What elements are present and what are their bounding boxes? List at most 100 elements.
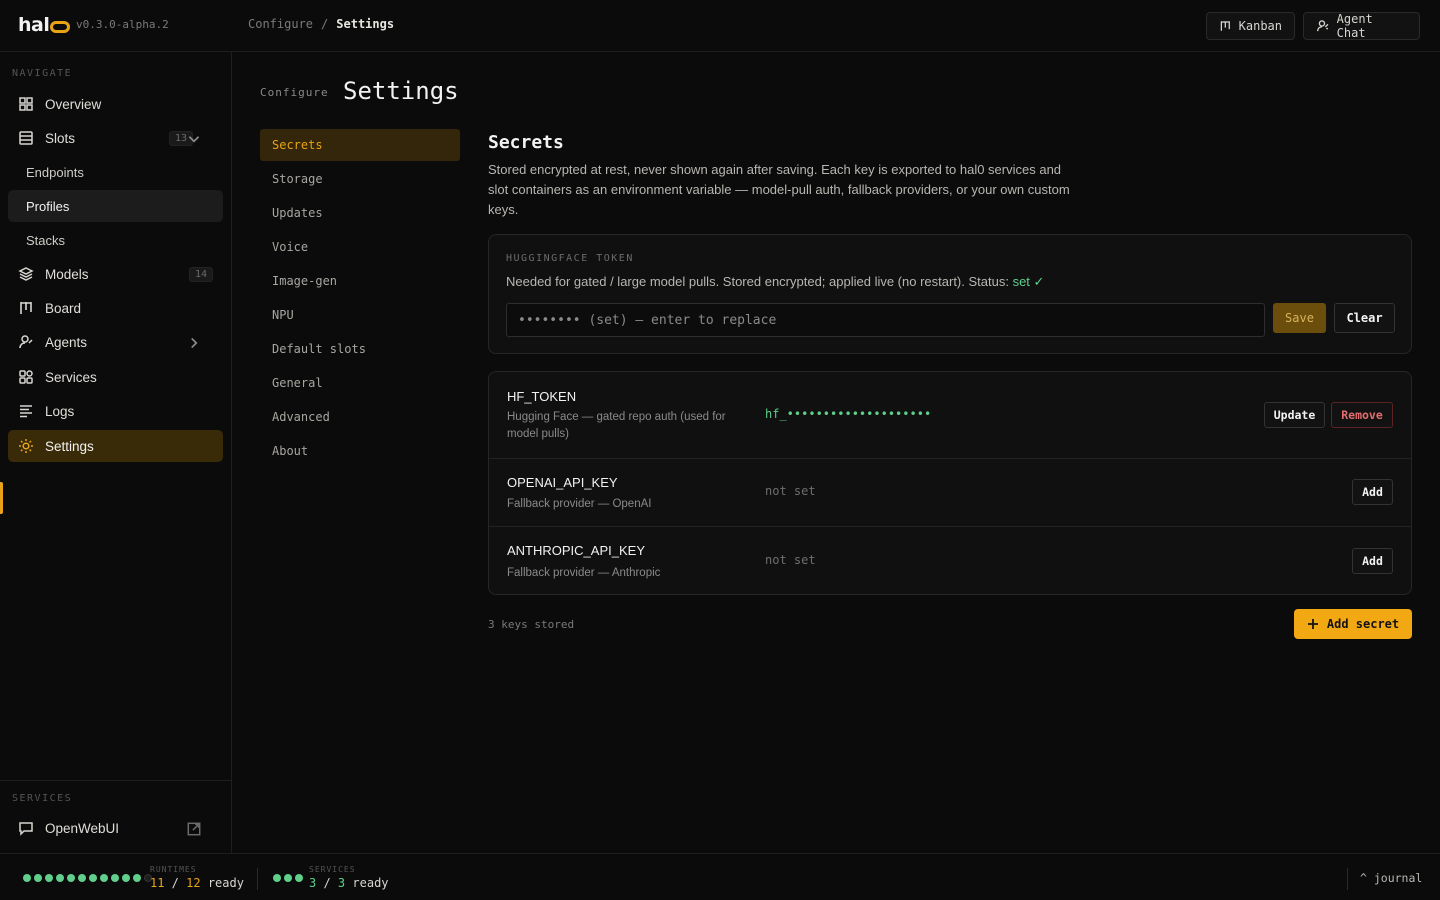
service-dot (273, 874, 281, 882)
sidebar-item-label: Logs (45, 403, 75, 419)
overview-icon (19, 97, 33, 111)
sidebar-item-label: Services (45, 369, 97, 385)
breadcrumb-separator: / (321, 17, 329, 31)
board-icon (20, 302, 32, 314)
sidebar-item-logs[interactable]: Logs (8, 395, 223, 427)
runtimes-suffix: ready (207, 876, 244, 890)
settings-tab-npu[interactable]: NPU (260, 299, 460, 331)
settings-tab-image-gen[interactable]: Image-gen (260, 265, 460, 297)
secret-key-name: ANTHROPIC_API_KEY (507, 543, 645, 558)
sidebar-item-label: Profiles (26, 198, 70, 214)
service-dot (295, 874, 303, 882)
secret-key-name: OPENAI_API_KEY (507, 475, 618, 490)
keys-count: 3 keys stored (488, 618, 575, 631)
runtimes-label: RUNTIMES (150, 865, 197, 874)
huggingface-token-card: HUGGINGFACE TOKEN Needed for gated / lar… (488, 234, 1412, 354)
runtimes-ready-count: 11 (150, 876, 165, 890)
add-key-button[interactable]: Add (1352, 548, 1393, 574)
kanban-label: Kanban (1238, 19, 1282, 33)
active-indicator (0, 482, 3, 514)
services-suffix: ready (352, 876, 389, 890)
settings-tab-about[interactable]: About (260, 435, 460, 467)
secret-key-value: hf_•••••••••••••••••••• (765, 407, 932, 421)
sidebar-item-openwebui[interactable]: OpenWebUI (8, 812, 223, 844)
agent-chat-button[interactable]: Agent Chat (1303, 12, 1420, 40)
app-logo[interactable]: hal (18, 13, 71, 37)
hf-card-description: Needed for gated / large model pulls. St… (506, 274, 1044, 290)
services-status: 3 / 3 ready (309, 876, 389, 890)
add-key-button[interactable]: Add (1352, 479, 1393, 505)
add-secret-button[interactable]: Add secret (1294, 609, 1412, 639)
settings-tab-advanced[interactable]: Advanced (260, 401, 460, 433)
logo-text: hal (18, 14, 50, 36)
page-eyebrow: Configure (260, 86, 329, 99)
breadcrumb-current: Settings (336, 17, 395, 31)
external-link-icon[interactable] (186, 821, 202, 837)
settings-tab-secrets[interactable]: Secrets (260, 129, 460, 161)
sidebar: NAVIGATE Overview Slots 13 Endpoints Pro… (0, 52, 232, 853)
sidebar-item-label: OpenWebUI (45, 820, 120, 836)
runtime-dot (56, 874, 64, 882)
settings-tab-voice[interactable]: Voice (260, 231, 460, 263)
sidebar-item-label: Settings (45, 438, 94, 454)
sidebar-services-section (0, 780, 231, 781)
secret-key-value: not set (765, 553, 816, 567)
chevron-down-icon[interactable] (186, 131, 202, 147)
kanban-icon (1220, 21, 1230, 31)
logs-icon (20, 405, 32, 418)
sidebar-item-settings[interactable]: Settings (8, 430, 223, 462)
footer-divider (257, 868, 258, 890)
page-title: Settings (343, 77, 459, 105)
plus-icon (1307, 619, 1318, 629)
remove-button[interactable]: Remove (1331, 402, 1393, 428)
settings-tab-default-slots[interactable]: Default slots (260, 333, 460, 365)
sidebar-item-models[interactable]: Models 14 (8, 258, 223, 290)
secret-key-value: not set (765, 484, 816, 498)
sidebar-item-agents[interactable]: Agents (8, 326, 223, 358)
runtime-dot (111, 874, 119, 882)
agent-chat-icon (1317, 20, 1329, 32)
services-icon (19, 370, 33, 384)
services-total-count: 3 (337, 876, 346, 890)
agent-icon (19, 335, 33, 349)
models-count-badge: 14 (188, 267, 213, 282)
service-dot (284, 874, 292, 882)
secret-key-description: Hugging Face — gated repo auth (used for… (507, 411, 726, 440)
services-ready-count: 3 (309, 876, 317, 890)
secret-key-description: Fallback provider — Anthropic (507, 567, 661, 579)
sidebar-item-stacks[interactable]: Stacks (8, 224, 223, 256)
sidebar-item-label: Agents (45, 334, 88, 350)
breadcrumb-parent[interactable]: Configure (248, 17, 313, 31)
save-button[interactable]: Save (1273, 303, 1326, 333)
runtime-dot (67, 874, 75, 882)
kanban-button[interactable]: Kanban (1206, 12, 1295, 40)
agent-chat-label: Agent Chat (1336, 12, 1373, 40)
settings-tab-storage[interactable]: Storage (260, 163, 460, 195)
journal-toggle[interactable]: ^ journal (1360, 871, 1422, 885)
sidebar-item-services[interactable]: Services (8, 361, 223, 393)
runtime-dot (45, 874, 53, 882)
sidebar-item-endpoints[interactable]: Endpoints (8, 156, 223, 188)
clear-button[interactable]: Clear (1334, 303, 1395, 333)
runtimes-status: 11 / 12 ready (150, 876, 244, 890)
secret-row-openai: OPENAI_API_KEY Fallback provider — OpenA… (489, 458, 1411, 526)
sidebar-item-slots[interactable]: Slots 13 (8, 122, 223, 154)
runtime-dot (34, 874, 42, 882)
sidebar-item-label: Slots (45, 130, 76, 146)
runtime-dot (133, 874, 141, 882)
sidebar-item-board[interactable]: Board (8, 292, 223, 324)
sidebar-item-overview[interactable]: Overview (8, 88, 223, 120)
runtime-dot (78, 874, 86, 882)
navigate-section-label: NAVIGATE (12, 68, 73, 79)
sidebar-item-profiles[interactable]: Profiles (8, 190, 223, 222)
status-footer: RUNTIMES 11 / 12 ready SERVICES 3 / 3 re… (0, 853, 1440, 900)
sidebar-item-label: Overview (45, 96, 102, 112)
chevron-right-icon[interactable] (186, 335, 202, 351)
hf-card-label: HUGGINGFACE TOKEN (506, 253, 634, 264)
settings-tab-general[interactable]: General (260, 367, 460, 399)
hf-token-input[interactable] (506, 303, 1265, 337)
hf-card-description-text: Needed for gated / large model pulls. St… (506, 274, 1013, 289)
settings-tab-updates[interactable]: Updates (260, 197, 460, 229)
update-button[interactable]: Update (1264, 402, 1325, 428)
secret-key-description: Fallback provider — OpenAI (507, 498, 652, 510)
